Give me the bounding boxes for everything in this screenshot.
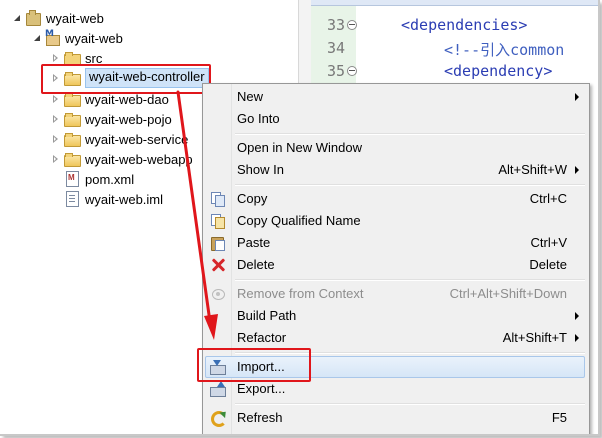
tree-item-web-pojo[interactable]: wyait-web-pojo	[50, 109, 172, 129]
menu-item-label: Export...	[237, 381, 286, 396]
submenu-arrow-icon	[575, 93, 579, 101]
tree-item-label: wyait-web-pojo	[85, 111, 172, 127]
menu-item-copy-qualified-name[interactable]: Copy Qualified Name	[205, 210, 585, 232]
maven-pom-file-icon	[64, 171, 80, 187]
menu-item-label: Build Path	[237, 308, 297, 323]
menu-item-paste[interactable]: Paste Ctrl+V	[205, 232, 585, 254]
code-text: <dependency>	[444, 62, 553, 80]
tree-item-module[interactable]: wyait-web	[32, 28, 123, 48]
fold-toggle-icon[interactable]	[347, 66, 357, 76]
menu-item-label: Copy Qualified Name	[237, 213, 361, 228]
tree-item-label: pom.xml	[85, 171, 135, 187]
menu-item-label: Open in New Window	[237, 140, 362, 155]
menu-item-shortcut: Ctrl+Alt+Shift+Down	[449, 286, 567, 301]
tree-item-pom-xml[interactable]: pom.xml	[64, 169, 134, 189]
menu-separator	[235, 184, 585, 186]
tree-item-web-service[interactable]: wyait-web-service	[50, 129, 188, 149]
folder-open-icon	[64, 111, 81, 127]
code-line: 35 <dependency>	[311, 60, 598, 82]
menu-item-shortcut: Ctrl+V	[530, 235, 567, 250]
tree-item-label: wyait-web.iml	[85, 191, 164, 207]
context-menu: New Go Into Open in New Window Show In A…	[202, 83, 590, 434]
menu-item-show-in[interactable]: Show In Alt+Shift+W	[205, 159, 585, 181]
project-folder-icon	[26, 9, 41, 26]
code-text: <!--引入common	[444, 41, 565, 59]
annotation-highlight-box-controller	[41, 64, 211, 94]
menu-item-label: Refactor	[237, 330, 287, 345]
collapse-arrow-icon[interactable]	[50, 53, 60, 63]
copy-qualified-name-icon	[210, 213, 226, 229]
delete-icon	[210, 257, 226, 273]
menu-item-label: Remove from Context	[237, 286, 364, 301]
menu-item-new[interactable]: New	[205, 86, 585, 108]
folder-open-icon	[64, 151, 81, 167]
collapse-arrow-icon[interactable]	[50, 154, 60, 164]
menu-item-go-into[interactable]: Go Into	[205, 108, 585, 130]
menu-item-remove-from-context: Remove from Context Ctrl+Alt+Shift+Down	[205, 283, 585, 305]
tree-item-label: wyait-web-webapp	[85, 151, 193, 167]
menu-item-label: Show In	[237, 162, 284, 177]
menu-item-label: Copy	[237, 191, 268, 206]
menu-item-refresh[interactable]: Refresh F5	[205, 407, 585, 429]
menu-item-shortcut: Ctrl+C	[529, 191, 567, 206]
menu-item-shortcut: F5	[551, 410, 567, 425]
code-line: 33 <dependencies>	[311, 14, 598, 36]
collapse-arrow-icon[interactable]	[50, 134, 60, 144]
collapse-arrow-icon[interactable]	[50, 94, 60, 104]
submenu-arrow-icon	[575, 334, 579, 342]
menu-item-shortcut: Delete	[529, 257, 567, 272]
collapse-arrow-icon[interactable]	[50, 114, 60, 124]
line-number: 35	[326, 62, 345, 80]
menu-item-label: Delete	[237, 257, 275, 272]
submenu-arrow-icon	[575, 312, 579, 320]
annotation-highlight-box-import	[197, 348, 311, 382]
code-line: 34 <!--引入common	[311, 37, 598, 59]
menu-separator	[235, 279, 585, 281]
menu-item-label: Go Into	[237, 111, 280, 126]
tree-item-iml[interactable]: wyait-web.iml	[64, 189, 163, 209]
paste-icon	[210, 235, 226, 251]
code-text: <dependencies>	[401, 16, 528, 34]
submenu-arrow-icon	[575, 166, 579, 174]
ide-window: wyait-web wyait-web src wyait-web-contro…	[0, 0, 600, 436]
menu-item-copy[interactable]: Copy Ctrl+C	[205, 188, 585, 210]
text-file-icon	[64, 191, 80, 207]
menu-item-delete[interactable]: Delete Delete	[205, 254, 585, 276]
tree-item-web-webapp[interactable]: wyait-web-webapp	[50, 149, 193, 169]
line-number: 34	[326, 39, 345, 57]
menu-item-refactor[interactable]: Refactor Alt+Shift+T	[205, 327, 585, 349]
menu-item-label: New	[237, 89, 264, 104]
refresh-icon	[210, 410, 227, 427]
maven-module-icon	[45, 29, 60, 46]
remove-from-context-icon	[210, 286, 226, 302]
tree-item-label: wyait-web-service	[85, 131, 189, 147]
editor-top-border	[311, 0, 598, 6]
menu-item-shortcut: Alt+Shift+T	[502, 330, 567, 345]
menu-item-shortcut: Alt+Shift+W	[498, 162, 567, 177]
fold-toggle-icon[interactable]	[347, 20, 357, 30]
tree-item-root-project[interactable]: wyait-web	[12, 8, 104, 28]
menu-item-build-path[interactable]: Build Path	[205, 305, 585, 327]
menu-item-label: Paste	[237, 235, 271, 250]
line-number: 33	[326, 16, 345, 34]
folder-open-icon	[64, 131, 81, 147]
menu-separator	[235, 403, 585, 405]
tree-item-label: wyait-web	[46, 10, 104, 26]
expand-arrow-icon[interactable]	[12, 13, 22, 23]
copy-icon	[210, 191, 226, 207]
menu-separator	[235, 133, 585, 135]
menu-item-open-in-new-window[interactable]: Open in New Window	[205, 137, 585, 159]
tree-item-label: wyait-web	[65, 30, 123, 46]
export-icon	[210, 381, 226, 397]
menu-item-label: Refresh	[237, 410, 283, 425]
expand-arrow-icon[interactable]	[32, 33, 42, 43]
